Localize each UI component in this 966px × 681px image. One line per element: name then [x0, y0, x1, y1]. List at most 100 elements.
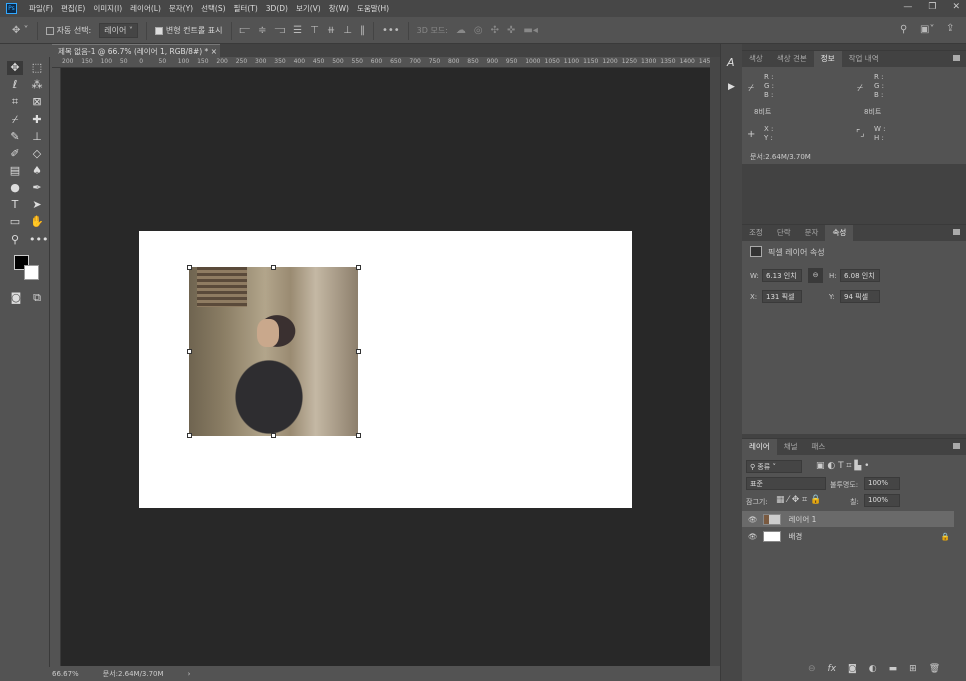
- align-bottom-icon[interactable]: ⊥: [343, 25, 352, 36]
- tab-history[interactable]: 작업 내역: [842, 51, 886, 67]
- workspace-icon[interactable]: ▣˅: [920, 24, 934, 35]
- tab-properties[interactable]: 속성: [825, 225, 854, 241]
- healing-brush-icon[interactable]: ✚: [29, 113, 45, 127]
- layer-row[interactable]: 👁 배경 🔒: [742, 528, 954, 544]
- background-color-swatch[interactable]: [24, 265, 39, 280]
- menu-3d[interactable]: 3D(D): [266, 4, 288, 13]
- panel-menu-icon[interactable]: [953, 229, 960, 235]
- opacity-field[interactable]: 100%: [864, 477, 900, 490]
- menu-help[interactable]: 도움말(H): [357, 3, 389, 14]
- blur-tool-icon[interactable]: ♠: [29, 164, 45, 178]
- zoom-level[interactable]: 66.67%: [52, 670, 79, 678]
- magic-wand-tool-icon[interactable]: ⁂: [29, 78, 45, 92]
- fill-field[interactable]: 100%: [864, 494, 900, 507]
- move-tool-icon[interactable]: ✥ ˅: [12, 25, 29, 36]
- delete-layer-icon[interactable]: 🗑: [929, 664, 940, 674]
- character-panel-icon[interactable]: A: [727, 56, 735, 69]
- new-group-icon[interactable]: ▬: [889, 664, 898, 674]
- crop-tool-icon[interactable]: ⌗: [7, 95, 23, 109]
- stamp-tool-icon[interactable]: ⊥: [29, 130, 45, 144]
- 3d-camera-icon[interactable]: ▬◂: [523, 25, 537, 36]
- pen-tool-icon[interactable]: ✒: [29, 181, 45, 195]
- adjustment-layer-icon[interactable]: ◐: [869, 664, 877, 674]
- layer-row[interactable]: 👁 레이어 1: [742, 511, 954, 527]
- auto-select-target-dropdown[interactable]: 레이어 ˅: [99, 23, 138, 38]
- 3d-orbit-icon[interactable]: ☁: [456, 25, 466, 36]
- panel-menu-icon[interactable]: [953, 443, 960, 449]
- menu-edit[interactable]: 편집(E): [61, 3, 85, 14]
- path-selection-icon[interactable]: ➤: [29, 198, 45, 212]
- quick-mask-icon[interactable]: ◙: [8, 291, 24, 305]
- menu-file[interactable]: 파일(F): [29, 3, 53, 14]
- more-tools-icon[interactable]: •••: [29, 233, 48, 247]
- lasso-tool-icon[interactable]: ℓ: [7, 78, 23, 92]
- gradient-tool-icon[interactable]: ▤: [7, 164, 23, 178]
- close-button[interactable]: ✕: [952, 2, 960, 12]
- close-tab-icon[interactable]: ×: [211, 47, 217, 56]
- screen-mode-icon[interactable]: ⧉: [29, 291, 45, 305]
- marquee-tool-icon[interactable]: ⬚: [29, 61, 45, 75]
- panel-menu-icon[interactable]: [953, 55, 960, 61]
- hand-tool-icon[interactable]: ✋: [29, 215, 45, 229]
- frame-tool-icon[interactable]: ⊠: [29, 95, 45, 109]
- link-icon[interactable]: ⊖: [808, 268, 823, 283]
- add-mask-icon[interactable]: ◙: [848, 664, 857, 674]
- menu-filter[interactable]: 필터(T): [234, 3, 258, 14]
- menu-layer[interactable]: 레이어(L): [130, 3, 161, 14]
- transform-handle[interactable]: [356, 349, 361, 354]
- distribute-icon[interactable]: ☰: [293, 25, 302, 36]
- eye-icon[interactable]: 👁: [748, 515, 758, 524]
- link-layers-icon[interactable]: ⊖: [808, 664, 816, 674]
- layer-filter-dropdown[interactable]: ⚲ 종류 ˅: [746, 460, 802, 473]
- transform-handle[interactable]: [356, 265, 361, 270]
- tab-channels[interactable]: 채널: [777, 439, 805, 455]
- layer-photo[interactable]: [189, 267, 358, 436]
- 3d-slide-icon[interactable]: ✜: [507, 25, 515, 36]
- minimize-button[interactable]: —: [903, 2, 912, 12]
- align-top-icon[interactable]: ⊤: [310, 25, 319, 36]
- eyedropper-tool-icon[interactable]: ⌿: [7, 113, 23, 127]
- y-field[interactable]: 94 픽셀: [840, 290, 880, 303]
- align-center-icon[interactable]: ≑: [258, 25, 266, 36]
- document-tab[interactable]: 제목 없음-1 @ 66.7% (레이어 1, RGB/8#) * ×: [52, 44, 220, 57]
- tab-paragraph[interactable]: 단락: [770, 225, 798, 241]
- transform-handle[interactable]: [271, 265, 276, 270]
- align-right-icon[interactable]: ⫎: [275, 25, 286, 36]
- tab-character[interactable]: 문자: [798, 225, 826, 241]
- vertical-scrollbar[interactable]: [710, 57, 720, 666]
- 3d-pan-icon[interactable]: ✣: [491, 25, 499, 36]
- rectangle-tool-icon[interactable]: ▭: [7, 215, 23, 229]
- height-field[interactable]: 6.08 인치: [840, 269, 880, 282]
- play-actions-icon[interactable]: ▶: [728, 82, 735, 92]
- tab-layers[interactable]: 레이어: [742, 439, 777, 455]
- distribute-vertical-icon[interactable]: ‖: [360, 25, 365, 36]
- transform-handle[interactable]: [187, 265, 192, 270]
- auto-select-checkbox[interactable]: 자동 선택:: [45, 25, 91, 36]
- fx-icon[interactable]: fx: [828, 664, 837, 674]
- new-layer-icon[interactable]: ⊞: [909, 664, 917, 674]
- search-icon[interactable]: ⚲: [900, 24, 907, 35]
- align-left-icon[interactable]: ⫍: [240, 25, 251, 36]
- transform-handle[interactable]: [356, 433, 361, 438]
- filter-icons[interactable]: ▣ ◐ T ⌗ ▙ •: [816, 461, 869, 471]
- menu-type[interactable]: 문자(Y): [169, 3, 193, 14]
- x-field[interactable]: 131 픽셀: [762, 290, 802, 303]
- brush-tool-icon[interactable]: ✎: [7, 130, 23, 144]
- move-tool-icon[interactable]: ✥: [7, 61, 23, 75]
- tab-swatches[interactable]: 색상 견본: [770, 51, 814, 67]
- 3d-roll-icon[interactable]: ◎: [474, 25, 483, 36]
- history-brush-icon[interactable]: ✐: [7, 147, 23, 161]
- transform-handle[interactable]: [187, 433, 192, 438]
- zoom-tool-icon[interactable]: ⚲: [7, 233, 23, 247]
- tab-color[interactable]: 색상: [742, 51, 770, 67]
- status-menu-arrow[interactable]: ›: [188, 670, 191, 678]
- eraser-tool-icon[interactable]: ◇: [29, 147, 45, 161]
- transform-handle[interactable]: [271, 433, 276, 438]
- menu-select[interactable]: 선택(S): [201, 3, 225, 14]
- transform-handle[interactable]: [187, 349, 192, 354]
- dodge-tool-icon[interactable]: ●: [7, 181, 23, 195]
- width-field[interactable]: 6.13 인치: [762, 269, 802, 282]
- lock-icons[interactable]: ▦ ⁄ ✥ ⌗ 🔒: [776, 495, 821, 505]
- tab-adjustments[interactable]: 조정: [742, 225, 770, 241]
- tab-paths[interactable]: 패스: [805, 439, 833, 455]
